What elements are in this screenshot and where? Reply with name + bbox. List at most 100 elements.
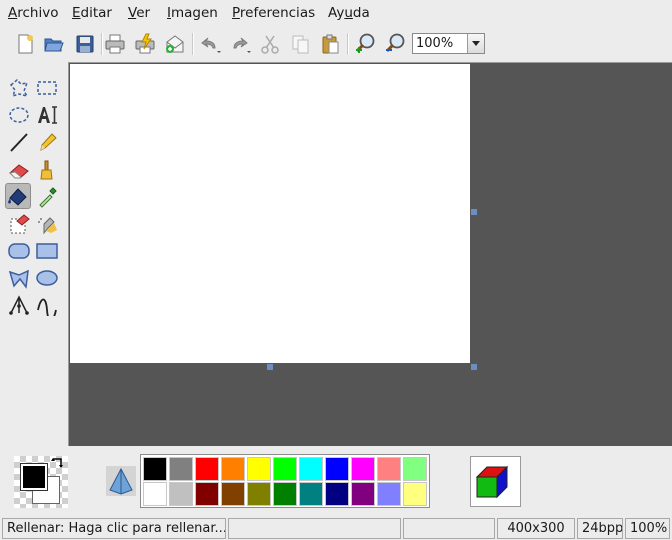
palette-swatch[interactable] [221, 482, 245, 506]
new-button[interactable] [11, 30, 39, 58]
swap-colors-icon[interactable] [50, 456, 66, 472]
zoom-out-icon [385, 33, 405, 53]
color-cube-icon [475, 465, 509, 499]
cut-button[interactable] [256, 30, 284, 58]
tool-color-eraser[interactable] [6, 211, 32, 237]
zoom-value: 100% [416, 36, 454, 51]
foreground-color-frame[interactable] [20, 463, 48, 491]
tool-brush[interactable] [34, 157, 60, 183]
menubar: Archivo Editar Ver Imagen Preferencias A… [0, 0, 672, 27]
undo-icon [201, 37, 221, 53]
status-bar: Rellenar: Haga clic para rellenar... 400… [0, 517, 672, 540]
color-picker-icon [39, 187, 57, 208]
fill-icon [8, 188, 27, 206]
menu-ver[interactable]: Ver [128, 5, 150, 22]
menu-editar[interactable]: Editar [72, 5, 112, 22]
print-button[interactable] [101, 30, 129, 58]
ellipse-icon [36, 270, 58, 286]
menu-archivo[interactable]: Archivo [8, 5, 58, 22]
open-button[interactable] [40, 30, 68, 58]
pencil-icon [40, 133, 57, 151]
tool-fill[interactable] [5, 183, 31, 209]
tool-line[interactable] [6, 129, 32, 155]
tool-rounded-rect[interactable] [6, 238, 32, 264]
palette-swatch[interactable] [403, 482, 427, 506]
palette-swatch[interactable] [169, 457, 193, 481]
palette-swatch[interactable] [273, 482, 297, 506]
palette-swatch[interactable] [195, 457, 219, 481]
zoom-out-button[interactable] [382, 30, 410, 58]
palette-swatch[interactable] [143, 482, 167, 506]
status-zoom: 100% [625, 518, 670, 539]
email-button[interactable] [160, 30, 188, 58]
palette-swatch[interactable] [273, 457, 297, 481]
resize-handle-bottom[interactable] [267, 364, 273, 370]
print-preview-icon [135, 33, 155, 54]
drawing-canvas[interactable] [70, 64, 470, 363]
palette-swatch[interactable] [221, 457, 245, 481]
palette-swatch[interactable] [195, 482, 219, 506]
new-icon [18, 34, 33, 54]
brush-icon [40, 160, 53, 180]
zoom-dropdown[interactable]: 100% [412, 33, 485, 54]
print-preview-button[interactable] [131, 30, 159, 58]
color-selector[interactable] [14, 456, 68, 508]
tool-free-select[interactable] [6, 75, 32, 101]
palette-swatch[interactable] [377, 457, 401, 481]
palette-swatch[interactable] [247, 457, 271, 481]
open-icon [44, 38, 64, 52]
print-icon [105, 34, 125, 54]
paste-button[interactable] [316, 30, 344, 58]
palette-swatch[interactable] [143, 457, 167, 481]
tool-airbrush[interactable] [34, 211, 60, 237]
zoom-in-button[interactable] [352, 30, 380, 58]
free-select-icon [9, 78, 29, 98]
undo-button[interactable] [196, 30, 224, 58]
menu-ayuda[interactable]: Ayuda [328, 5, 370, 22]
tool-text[interactable] [34, 102, 60, 128]
menu-preferencias[interactable]: Preferencias [232, 5, 315, 22]
palette-swatch[interactable] [299, 457, 323, 481]
palette-swatch[interactable] [351, 482, 375, 506]
tool-eraser[interactable] [6, 157, 32, 183]
palette-swatch[interactable] [247, 482, 271, 506]
palette-swatch[interactable] [377, 482, 401, 506]
status-message: Rellenar: Haga clic para rellenar... [2, 518, 226, 539]
polygon-icon [8, 269, 29, 289]
palette-swatch[interactable] [169, 482, 193, 506]
color-cube-button[interactable] [470, 456, 521, 507]
redo-button[interactable] [227, 30, 255, 58]
palette-swatch[interactable] [299, 482, 323, 506]
copy-icon [292, 35, 309, 54]
resize-handle-right[interactable] [471, 209, 477, 215]
toolbar [0, 27, 672, 62]
ellipse-select-icon [9, 107, 29, 123]
canvas-area[interactable] [68, 62, 672, 446]
tool-color-picker[interactable] [34, 184, 60, 210]
resize-handle-corner[interactable] [471, 364, 477, 370]
rounded-rect-icon [8, 243, 30, 259]
toolbar-separator [347, 33, 349, 55]
status-cell-empty-2 [403, 518, 495, 539]
color-palette [140, 454, 430, 508]
pyramid-icon [109, 467, 133, 495]
tool-curve[interactable] [34, 292, 60, 318]
menu-imagen[interactable]: Imagen [167, 5, 218, 22]
copy-button[interactable] [287, 30, 315, 58]
tool-pencil[interactable] [34, 129, 60, 155]
save-button[interactable] [71, 30, 99, 58]
chevron-down-icon[interactable] [467, 34, 484, 53]
line-icon [10, 133, 28, 152]
palette-swatch[interactable] [325, 482, 349, 506]
palette-swatch[interactable] [403, 457, 427, 481]
palette-swatch[interactable] [325, 457, 349, 481]
tool-polygon[interactable] [6, 265, 32, 291]
tool-ellipse[interactable] [34, 265, 60, 291]
tool-rectangle[interactable] [34, 238, 60, 264]
palette-swatch[interactable] [351, 457, 375, 481]
color-picker-triangle-button[interactable] [106, 466, 136, 496]
tool-ellipse-select[interactable] [6, 102, 32, 128]
tool-rect-select[interactable] [34, 75, 60, 101]
text-icon [38, 106, 57, 124]
tool-bezier[interactable] [6, 292, 32, 318]
